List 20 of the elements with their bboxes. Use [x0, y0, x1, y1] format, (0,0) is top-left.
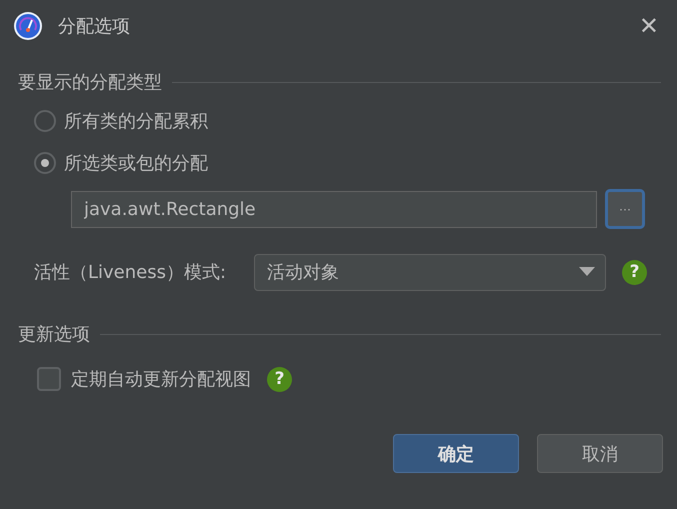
radio-label: 所有类的分配累积: [64, 110, 208, 133]
liveness-dropdown[interactable]: 活动对象: [254, 254, 606, 290]
cancel-button[interactable]: 取消: [537, 434, 663, 473]
dropdown-arrow-icon: [579, 267, 595, 277]
ok-button[interactable]: 确定: [393, 434, 519, 473]
section-title: 要显示的分配类型: [18, 71, 162, 94]
radio-label: 所选类或包的分配: [64, 152, 208, 175]
help-icon[interactable]: ?: [622, 260, 647, 284]
class-input-field[interactable]: java.awt.Rectangle: [71, 190, 597, 228]
window-title: 分配选项: [58, 15, 131, 38]
field-label: 活性（Liveness）模式:: [34, 261, 228, 284]
radio-button[interactable]: [34, 152, 56, 174]
browse-button[interactable]: ···: [605, 189, 645, 229]
checkbox[interactable]: [37, 367, 61, 391]
gauge-icon: [13, 11, 43, 41]
checkbox-label: 定期自动更新分配视图: [71, 368, 251, 391]
help-icon[interactable]: ?: [267, 366, 292, 392]
close-button[interactable]: ✕: [632, 12, 665, 40]
radio-button[interactable]: [34, 110, 56, 132]
section-title: 更新选项: [18, 323, 90, 346]
